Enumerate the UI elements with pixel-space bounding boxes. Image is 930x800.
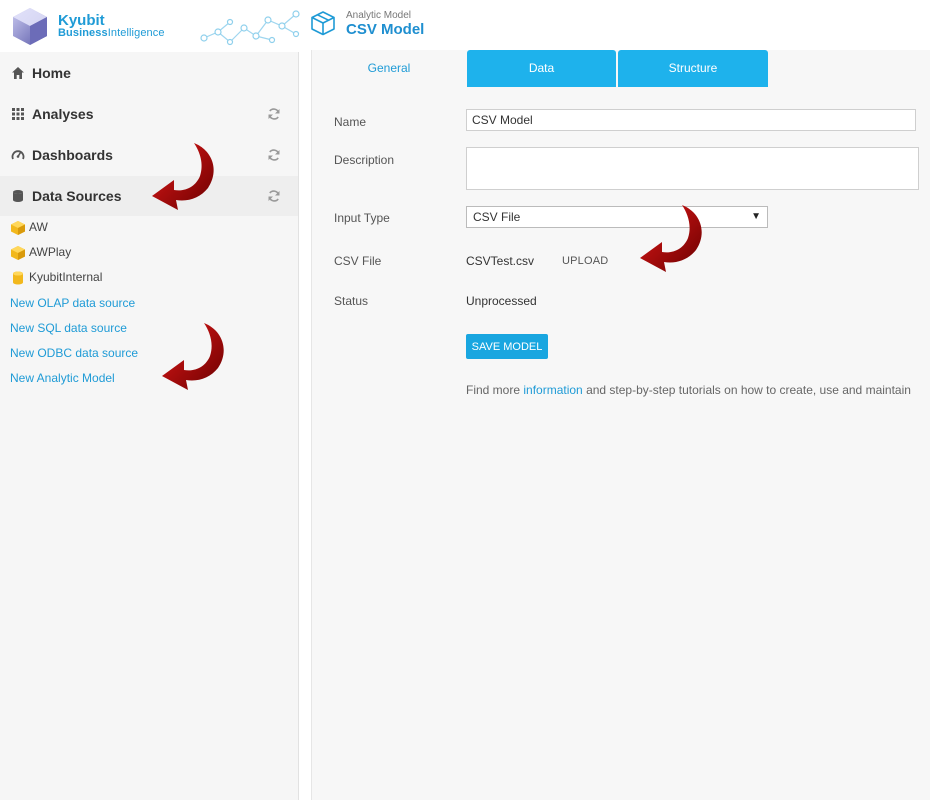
status-label: Status — [334, 294, 369, 308]
new-olap-data-source-link[interactable]: New OLAP data source — [10, 296, 135, 310]
tab-data[interactable]: Data — [467, 50, 616, 87]
sidebar-item-label: Data Sources — [32, 188, 122, 204]
sidebar-item-data-sources[interactable]: Data Sources — [0, 176, 298, 216]
tab-bar: General Data Structure — [312, 50, 930, 88]
refresh-icon[interactable] — [267, 107, 281, 121]
refresh-icon[interactable] — [267, 148, 281, 162]
tab-structure[interactable]: Structure — [618, 50, 768, 87]
new-odbc-data-source-link[interactable]: New ODBC data source — [10, 346, 138, 360]
save-model-button[interactable]: SAVE MODEL — [466, 334, 548, 359]
csv-file-name: CSVTest.csv — [466, 254, 535, 268]
grid-icon — [12, 108, 24, 120]
info-suffix: and step-by-step tutorials on how to cre… — [582, 383, 911, 397]
analytic-model-cube-icon — [311, 11, 335, 36]
sidebar-item-label: Analyses — [32, 106, 94, 122]
sidebar-item-label: Dashboards — [32, 147, 113, 163]
info-prefix: Find more — [466, 383, 524, 397]
cube-icon — [11, 221, 25, 235]
database-icon — [13, 190, 23, 202]
gauge-icon — [11, 150, 25, 160]
information-link[interactable]: information — [523, 383, 582, 397]
new-sql-data-source-link[interactable]: New SQL data source — [10, 321, 127, 335]
sidebar-item-dashboards[interactable]: Dashboards — [0, 135, 298, 175]
logo-cube-icon — [13, 8, 47, 45]
input-type-selected-value: CSV File — [473, 210, 521, 224]
refresh-icon[interactable] — [267, 189, 281, 203]
tab-general[interactable]: General — [312, 50, 466, 87]
brand-subtitle: BusinessIntelligence — [58, 27, 165, 39]
brand-subtitle-part2: Intelligence — [107, 27, 165, 39]
network-decoration-icon — [200, 10, 300, 46]
home-icon — [12, 67, 24, 79]
database-icon — [13, 271, 23, 285]
sidebar-item-analyses[interactable]: Analyses — [0, 94, 298, 134]
sidebar-item-label: Home — [32, 65, 71, 81]
upload-button[interactable]: UPLOAD — [562, 255, 608, 267]
new-analytic-model-link[interactable]: New Analytic Model — [10, 371, 115, 385]
data-source-label: AWPlay — [29, 245, 72, 259]
model-kicker: Analytic Model — [346, 10, 412, 21]
status-value: Unprocessed — [466, 294, 537, 308]
annotation-arrow-icon — [640, 205, 702, 272]
name-field[interactable] — [466, 109, 916, 131]
dropdown-caret-icon: ▼ — [751, 211, 761, 222]
csv-file-label: CSV File — [334, 254, 382, 268]
cube-icon — [11, 246, 25, 260]
sidebar-item-home[interactable]: Home — [0, 53, 298, 93]
data-source-label: KyubitInternal — [29, 270, 103, 284]
input-type-select[interactable]: CSV File ▼ — [466, 206, 768, 228]
name-label: Name — [334, 115, 367, 129]
description-label: Description — [334, 153, 395, 167]
brand-subtitle-part1: Business — [58, 27, 108, 39]
annotation-arrow-icon — [162, 323, 224, 390]
brand-logo[interactable]: Kyubit BusinessIntelligence — [10, 6, 300, 46]
description-field[interactable] — [466, 147, 919, 190]
annotation-arrow-icon — [152, 143, 214, 210]
data-source-label: AW — [29, 220, 48, 234]
page-title: CSV Model — [346, 21, 425, 38]
info-text: Find more information and step-by-step t… — [466, 383, 911, 397]
input-type-label: Input Type — [334, 211, 390, 225]
main-panel: General Data Structure Name Description … — [311, 50, 930, 800]
